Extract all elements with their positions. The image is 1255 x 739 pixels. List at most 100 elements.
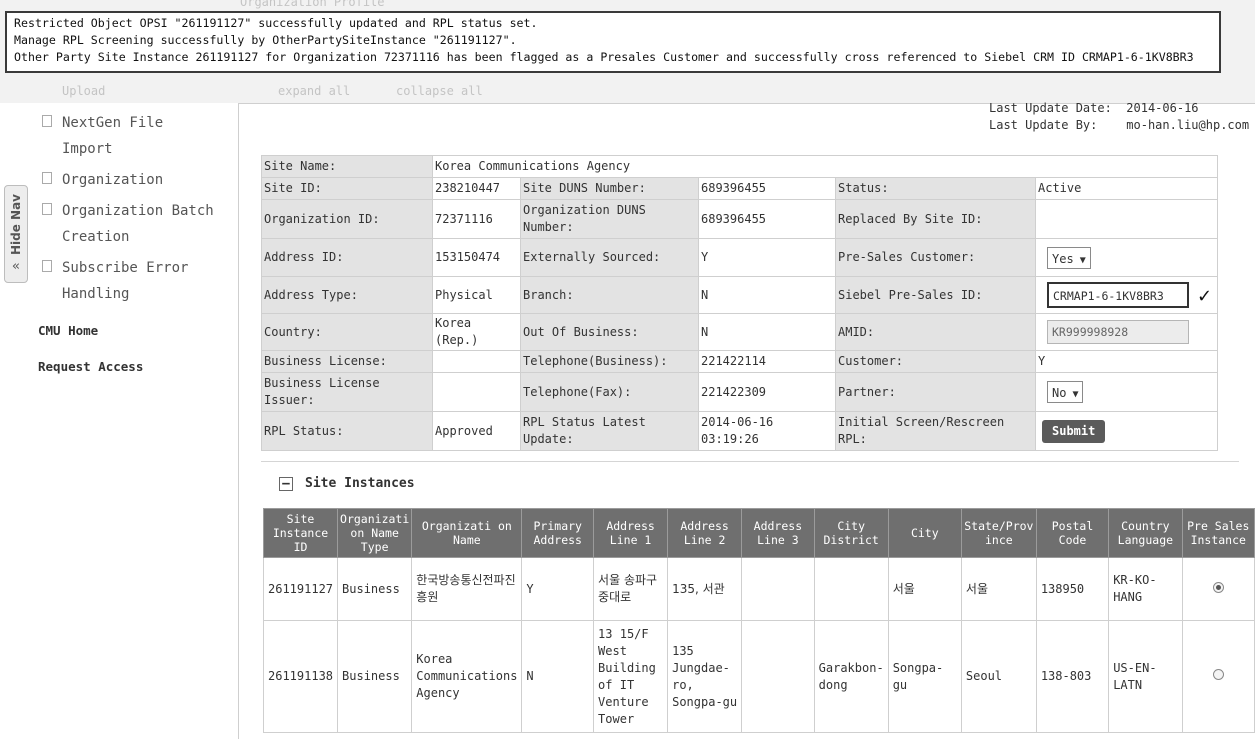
instance-id-cell: 261191138 [262, 620, 339, 733]
rpl-latest-update-label: RPL Status Latest Update: [520, 411, 699, 451]
last-update-by-value: mo-han.liu@hp.com [1126, 118, 1250, 132]
nav-item-label: Creation [62, 229, 130, 245]
nav-item-organization-batch-creation[interactable]: Organization Batch Creation [42, 198, 214, 250]
presales-instance-cell [1181, 620, 1255, 733]
org-duns-value: 689396455 [698, 199, 836, 239]
branch-label: Branch: [520, 276, 699, 314]
column-header: Pre Sales Instance [1181, 508, 1255, 558]
nav-item-label: Organization Batch [62, 203, 214, 219]
out-of-business-label: Out Of Business: [520, 313, 699, 351]
replaced-by-value [1035, 199, 1218, 239]
address-id-label: Address ID: [261, 238, 433, 277]
org-name-type-cell: Business [337, 620, 413, 733]
presales-customer-label: Pre-Sales Customer: [835, 238, 1036, 277]
status-label: Status: [835, 177, 1036, 200]
siebel-presales-id-label: Siebel Pre-Sales ID: [835, 276, 1036, 314]
last-update-date-value: 2014-06-16 [1126, 101, 1199, 115]
column-header: Site Instance ID [262, 508, 339, 558]
partner-cell: No ▼ [1035, 372, 1218, 412]
site-instances-title: Site Instances [305, 476, 415, 491]
presales-instance-radio[interactable] [1212, 669, 1224, 680]
document-icon [42, 172, 52, 184]
last-update-info: Last Update Date: 2014-06-16 Last Update… [989, 100, 1249, 134]
submit-button[interactable]: Submit [1042, 419, 1106, 443]
telephone-fax-label: Telephone(Fax): [520, 372, 699, 412]
customer-value: Y [1035, 350, 1218, 373]
nav-link-cmu-home[interactable]: CMU Home [38, 323, 98, 338]
site-detail-table: Site Name: Korea Communications Agency S… [261, 155, 1218, 451]
column-header: Primary Address [521, 508, 595, 558]
nav-item-nextgen-file-import[interactable]: NextGen File Import [42, 110, 163, 162]
business-license-value [432, 350, 521, 373]
ext-sourced-label: Externally Sourced: [520, 238, 699, 277]
org-name-cell: Korea Communications Agency [411, 620, 523, 733]
nav-item-subscribe-error-handling[interactable]: Subscribe Error Handling [42, 255, 188, 307]
out-of-business-value: N [698, 313, 836, 351]
site-duns-value: 689396455 [698, 177, 836, 200]
replaced-by-label: Replaced By Site ID: [835, 199, 1036, 239]
address-line3-cell [741, 620, 815, 733]
state-cell: Seoul [960, 620, 1037, 733]
hide-nav-toggle[interactable]: Hide Nav « [4, 185, 28, 283]
address-line2-cell: 135 Jungdae-ro, Songpa-gu [667, 620, 743, 733]
column-header: Address Line 3 [741, 508, 815, 558]
rpl-status-label: RPL Status: [261, 411, 433, 451]
presales-instance-cell [1181, 557, 1255, 621]
presales-instance-radio[interactable] [1212, 581, 1224, 593]
document-icon [42, 260, 52, 272]
siebel-presales-id-input[interactable]: CRMAP1-6-1KV8BR3 [1047, 282, 1189, 308]
instance-id-cell: 261191127 [262, 557, 339, 621]
ghost-page-title: Organization Profile [240, 0, 385, 9]
rpl-latest-update-value: 2014-06-16 03:19:26 [698, 411, 836, 451]
amid-label: AMID: [835, 313, 1036, 351]
last-update-by-label: Last Update By: [989, 118, 1098, 132]
rpl-status-value: Approved [432, 411, 521, 451]
business-license-issuer-label: Business License Issuer: [261, 372, 433, 412]
checkmark-icon: ✓ [1197, 286, 1213, 307]
address-line2-cell: 135, 서관 [667, 557, 743, 621]
site-id-value: 238210447 [432, 177, 521, 200]
country-language-cell: KR-KO-HANG [1108, 557, 1183, 621]
org-id-value: 72371116 [432, 199, 521, 239]
address-line3-cell [741, 557, 815, 621]
column-header: Postal Code [1035, 508, 1110, 558]
site-id-label: Site ID: [261, 177, 433, 200]
nav-item-organization[interactable]: Organization [42, 167, 163, 193]
nav-item-label: Subscribe Error [62, 260, 189, 276]
branch-value: N [698, 276, 836, 314]
site-instances-table: Site Instance ID Organizati on Name Type… [262, 508, 1255, 733]
city-cell: 서울 [887, 557, 962, 621]
chevron-left-icon: « [12, 259, 20, 275]
caret-down-icon: ▼ [1079, 254, 1086, 266]
nav-item-label: Handling [62, 286, 130, 302]
primary-address-cell: N [521, 620, 595, 733]
column-header: Country Language [1108, 508, 1183, 558]
caret-down-icon: ▼ [1072, 389, 1079, 400]
country-label: Country: [261, 313, 433, 351]
collapse-icon[interactable]: − [279, 476, 293, 491]
initial-screen-label: Initial Screen/Rescreen RPL: [835, 411, 1036, 451]
state-cell: 서울 [960, 557, 1037, 621]
column-header: City [887, 508, 962, 558]
business-license-issuer-value [432, 372, 521, 412]
address-type-label: Address Type: [261, 276, 433, 314]
customer-label: Customer: [835, 350, 1036, 373]
country-language-cell: US-EN-LATN [1108, 620, 1183, 733]
address-line1-cell: 서울 송파구 중대로 [593, 557, 669, 621]
partner-value: No [1052, 386, 1067, 400]
address-type-value: Physical [432, 276, 521, 314]
site-duns-label: Site DUNS Number: [520, 177, 699, 200]
partner-select[interactable]: No ▼ [1047, 381, 1084, 403]
nav-item-label: Organization [62, 172, 164, 188]
telephone-business-value: 221422114 [698, 350, 836, 373]
org-id-label: Organization ID: [261, 199, 433, 239]
nav-link-request-access[interactable]: Request Access [38, 359, 143, 374]
org-name-cell: 한국방송통신전파진흥원 [411, 557, 523, 621]
address-id-value: 153150474 [432, 238, 521, 277]
amid-cell: KR999998928 [1035, 313, 1218, 351]
amid-input: KR999998928 [1047, 320, 1189, 344]
postal-code-cell: 138-803 [1035, 620, 1110, 733]
ext-sourced-value: Y [698, 238, 836, 277]
section-divider [261, 461, 1239, 462]
presales-customer-select[interactable]: Yes ▼ [1047, 246, 1091, 269]
